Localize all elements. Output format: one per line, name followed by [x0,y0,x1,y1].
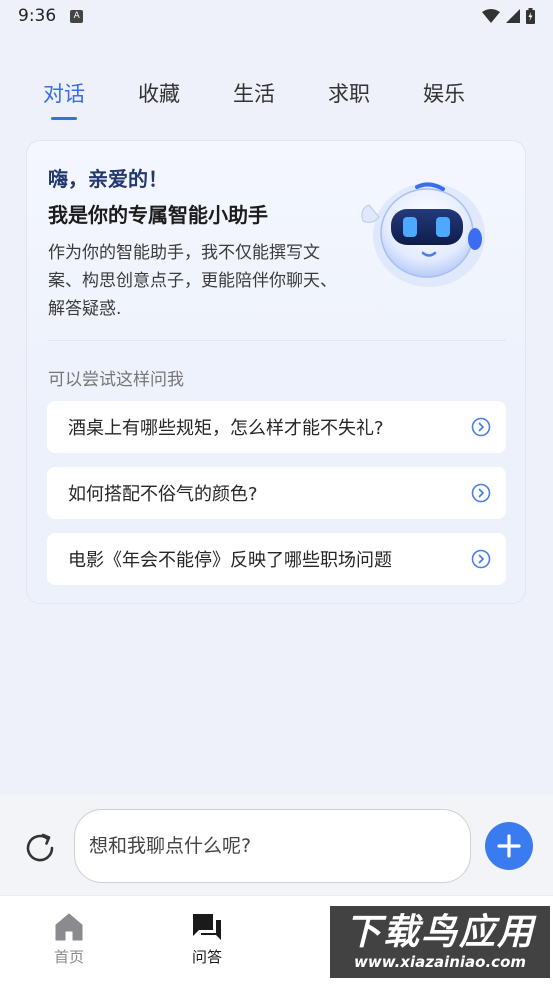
add-button[interactable] [485,822,533,870]
chat-bubbles-icon [193,914,221,940]
tab-jobs[interactable]: 求职 [328,78,370,120]
chat-input[interactable] [74,809,471,883]
assistant-headline: 我是你的专属智能小助手 [48,203,268,227]
status-bar: 9:36 A [0,0,553,32]
nav-home[interactable]: 首页 [34,912,104,967]
chevron-right-circle-icon [471,417,491,437]
plus-icon [497,834,521,858]
tab-life[interactable]: 生活 [233,78,275,120]
suggestion-item[interactable]: 酒桌上有哪些规矩，怎么样才能不失礼? [47,401,506,453]
robot-mascot-icon [361,182,485,287]
nav-qa-label: 问答 [191,948,222,966]
nav-qa[interactable]: 问答 [172,912,242,967]
watermark-url: www.xiazainiao.com [353,953,527,971]
watermark-title: 下载鸟应用 [344,912,535,953]
status-time: 9:36 [18,6,57,26]
suggestion-item[interactable]: 如何搭配不俗气的颜色? [47,467,506,519]
tab-favorites[interactable]: 收藏 [138,78,180,120]
top-tabs: 对话 收藏 生活 求职 娱乐 [0,78,553,126]
suggestion-item[interactable]: 电影《年会不能停》反映了哪些职场问题 [47,533,506,585]
wifi-icon [482,9,500,23]
tab-entertainment[interactable]: 娱乐 [423,78,465,120]
suggestion-text: 如何搭配不俗气的颜色? [68,484,258,505]
divider [48,340,506,341]
status-icons [482,8,535,24]
nav-home-label: 首页 [53,948,84,966]
signal-icon [506,9,520,23]
suggestion-text: 酒桌上有哪些规矩，怎么样才能不失礼? [68,418,384,439]
suggestion-text: 电影《年会不能停》反映了哪些职场问题 [68,550,392,571]
tab-dialog[interactable]: 对话 [43,78,85,120]
greeting: 嗨，亲爱的！ [48,167,168,191]
watermark: 下载鸟应用 www.xiazainiao.com [330,906,550,978]
refresh-icon[interactable] [22,830,58,866]
try-asking-label: 可以尝试这样问我 [48,370,184,390]
assistant-intro: 作为你的智能助手，我不仅能撰写文案、构思创意点子，更能陪伴你聊天、解答疑惑. [48,243,337,319]
notification-icon: A [70,9,84,23]
chevron-right-circle-icon [471,549,491,569]
battery-icon [526,8,535,24]
assistant-intro-card: 嗨，亲爱的！ 我是你的专属智能小助手 作为你的智能助手，我不仅能撰写文案、构思创… [26,140,526,604]
home-icon [55,913,83,941]
chevron-right-circle-icon [471,483,491,503]
